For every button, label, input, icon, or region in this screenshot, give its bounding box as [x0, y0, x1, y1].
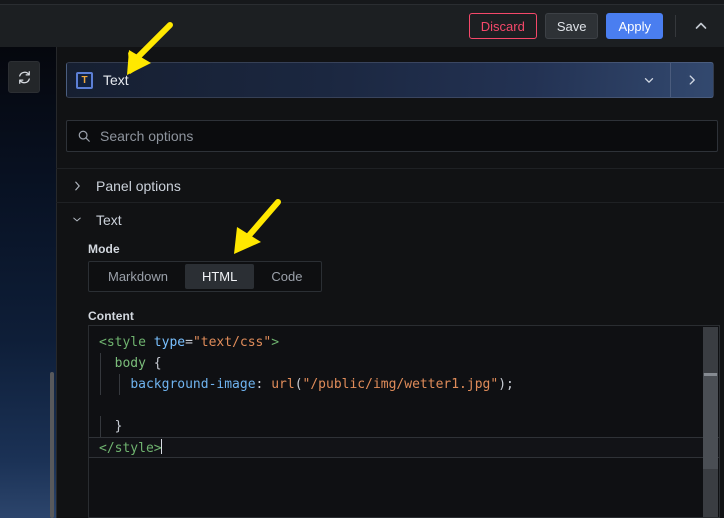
refresh-icon[interactable]	[8, 61, 40, 93]
editor-scrollbar-marker	[704, 373, 717, 376]
chevron-right-icon	[72, 180, 82, 192]
code-token: background-image	[130, 377, 256, 392]
code-line: <style type="text/css">	[89, 332, 719, 353]
code-token: "text/css"	[192, 335, 272, 350]
panel-editor-screen: Discard Save Apply T Text Search options…	[0, 0, 724, 518]
code-token: "/public/img/wetter1.jpg"	[302, 377, 499, 392]
content-code-editor[interactable]: <style type="text/css"> body { backgroun…	[88, 325, 720, 518]
apply-button[interactable]: Apply	[606, 13, 663, 39]
code-line: body {	[89, 353, 719, 374]
mode-option-markdown[interactable]: Markdown	[91, 264, 185, 289]
code-token: <style	[99, 335, 146, 350]
section-text[interactable]: Text	[56, 202, 724, 236]
code-token: (	[294, 377, 303, 392]
code-text[interactable]: <style type="text/css"> body { backgroun…	[89, 332, 719, 458]
code-line: </style>	[89, 437, 719, 458]
mode-option-html[interactable]: HTML	[184, 264, 255, 289]
indent-guide	[100, 416, 101, 437]
indent-guide	[119, 374, 120, 395]
mode-radio-group: Markdown HTML Code	[88, 261, 323, 292]
mode-option-code[interactable]: Code	[254, 264, 319, 289]
chevron-right-icon[interactable]	[670, 63, 713, 97]
section-panel-options[interactable]: Panel options	[56, 168, 724, 202]
code-token: =	[185, 335, 193, 350]
chevron-up-icon[interactable]	[688, 13, 714, 39]
toolbar-divider	[675, 15, 676, 37]
editor-toolbar: Discard Save Apply	[0, 5, 724, 47]
chevron-down-icon	[72, 215, 82, 224]
section-panel-options-label: Panel options	[96, 177, 181, 194]
indent-guide	[100, 353, 101, 374]
code-token: }	[114, 419, 123, 434]
panel-title: Text	[103, 72, 129, 88]
indent-guide	[100, 374, 101, 395]
code-token: :	[255, 377, 272, 392]
search-input[interactable]: Search options	[100, 128, 193, 144]
code-token: {	[145, 356, 162, 371]
content-field-label: Content	[88, 309, 135, 323]
visualization-picker[interactable]: T Text	[66, 62, 714, 98]
code-token: >	[271, 335, 280, 350]
code-line: background-image: url("/public/img/wette…	[89, 374, 719, 395]
discard-button[interactable]: Discard	[468, 13, 537, 39]
text-panel-icon: T	[76, 71, 93, 89]
section-text-label: Text	[96, 211, 122, 228]
code-token: body	[114, 356, 146, 371]
code-token: url	[271, 377, 295, 392]
code-token: type	[153, 335, 186, 350]
text-caret	[160, 439, 162, 454]
search-options-box[interactable]: Search options	[66, 120, 718, 152]
search-icon	[77, 129, 91, 143]
code-token: );	[498, 377, 514, 392]
save-button[interactable]: Save	[544, 13, 599, 39]
code-token: </style>	[99, 441, 162, 456]
pane-resize-handle[interactable]	[50, 372, 54, 518]
editor-scrollbar-thumb[interactable]	[703, 373, 718, 469]
mode-field-label: Mode	[88, 242, 120, 256]
chevron-down-icon[interactable]	[628, 63, 670, 97]
code-line: }	[89, 416, 719, 437]
